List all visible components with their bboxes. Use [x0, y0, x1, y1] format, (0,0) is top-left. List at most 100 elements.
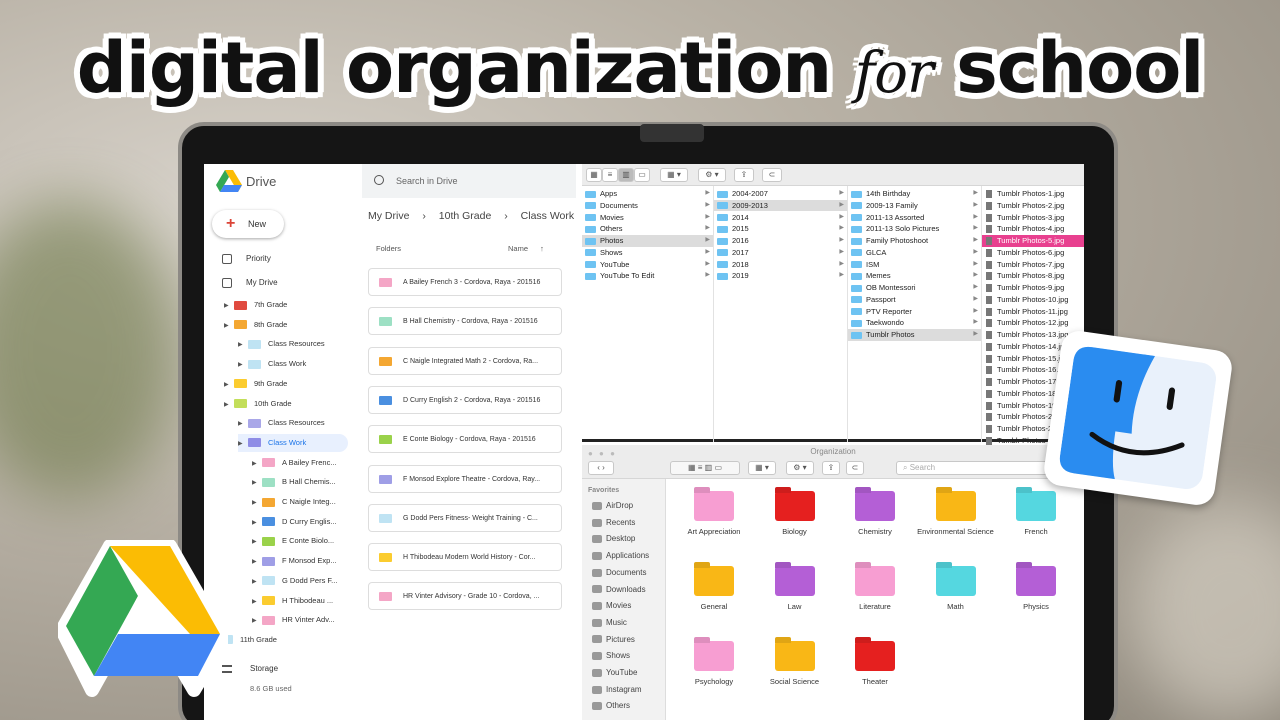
chevron-right-icon[interactable]: ▶ — [224, 317, 234, 335]
chevron-right-icon[interactable]: ▶ — [238, 356, 248, 374]
finder-row[interactable]: 2009-2013 ▶ — [714, 199, 847, 212]
sidebar-item[interactable]: Documents — [592, 568, 646, 577]
finder-row[interactable]: 2015 ▶ — [714, 223, 847, 235]
group-button[interactable]: ▦ ▾ — [748, 461, 776, 475]
sidebar-item[interactable]: Desktop — [592, 534, 635, 543]
sidebar-item[interactable]: Applications — [592, 551, 649, 560]
tree-item[interactable]: ▶ Class Work — [238, 433, 348, 452]
folder-item[interactable]: Psychology — [674, 641, 754, 686]
group-button[interactable]: ▦ ▾ — [660, 168, 688, 182]
finder-row[interactable]: ISM ▶ — [848, 259, 981, 271]
finder-row[interactable]: Apps ▶ — [582, 188, 713, 200]
chevron-right-icon[interactable]: ▶ — [224, 297, 234, 315]
nav-priority[interactable]: Priority — [222, 254, 271, 264]
finder-row[interactable]: Tumblr Photos-9.jpg — [982, 282, 1084, 294]
share-icon[interactable]: ⇪ — [734, 168, 754, 182]
folder-item[interactable]: Biology — [755, 491, 835, 536]
chevron-right-icon[interactable]: ▶ — [252, 573, 262, 591]
tree-item[interactable]: ▶ Class Resources — [238, 335, 348, 353]
gallery-view-button[interactable]: ▭ — [634, 168, 650, 182]
tree-item[interactable]: ▶ D Curry Englis... — [252, 513, 348, 531]
finder-row[interactable]: Family Photoshoot ▶ — [848, 235, 981, 247]
finder-row[interactable]: Tumblr Photos-7.jpg — [982, 259, 1084, 271]
tree-item[interactable]: ▶ 7th Grade — [224, 296, 348, 314]
sidebar-item[interactable]: AirDrop — [592, 501, 633, 510]
folder-card[interactable]: B Hall Chemistry - Cordova, Raya - 20151… — [368, 307, 562, 336]
finder-row[interactable]: Tumblr Photos ▶ — [848, 329, 981, 341]
tree-item[interactable]: ▶ 10th Grade — [224, 395, 348, 413]
sidebar-item[interactable]: Pictures — [592, 635, 635, 644]
folder-card[interactable]: F Monsod Explore Theatre - Cordova, Ray.… — [368, 464, 562, 493]
nav-my-drive[interactable]: My Drive — [222, 278, 278, 288]
gear-icon[interactable]: ⚙ ▾ — [786, 461, 814, 475]
finder-row[interactable]: Movies ▶ — [582, 212, 713, 224]
folder-item[interactable]: Social Science — [755, 641, 835, 686]
finder-row[interactable]: Taekwondo ▶ — [848, 317, 981, 329]
chevron-right-icon[interactable]: ▶ — [238, 415, 248, 433]
drive-search-bar[interactable]: Search in Drive — [362, 164, 576, 198]
chevron-right-icon[interactable]: ▶ — [252, 474, 262, 492]
finder-row[interactable]: Memes ▶ — [848, 270, 981, 282]
sidebar-item[interactable]: Instagram — [592, 685, 642, 694]
finder-row[interactable]: 2009-13 Family ▶ — [848, 200, 981, 212]
chevron-right-icon[interactable]: ▶ — [238, 336, 248, 354]
tree-item[interactable]: ▶ H Thibodeau ... — [252, 592, 348, 610]
finder-row[interactable]: Tumblr Photos-12.jpg — [982, 317, 1084, 329]
back-forward-buttons[interactable]: ‹ › — [588, 461, 614, 475]
finder-row[interactable]: YouTube To Edit ▶ — [582, 270, 713, 282]
tree-item[interactable]: ▶ Class Resources — [238, 414, 348, 432]
view-switcher[interactable]: ▦ ≡ ▥ ▭ — [670, 461, 740, 475]
finder-row[interactable]: Tumblr Photos-6.jpg — [982, 247, 1084, 259]
folder-card[interactable]: G Dodd Pers Fitness- Weight Training - C… — [368, 503, 562, 532]
breadcrumb-10th-grade[interactable]: 10th Grade — [439, 210, 492, 222]
finder-row[interactable]: 2011-13 Assorted ▶ — [848, 212, 981, 224]
finder-row[interactable]: Tumblr Photos-8.jpg — [982, 270, 1084, 282]
finder-row[interactable]: 2016 ▶ — [714, 235, 847, 247]
finder-row[interactable]: 2004-2007 ▶ — [714, 188, 847, 200]
finder-row[interactable]: Others ▶ — [582, 223, 713, 235]
finder-row[interactable]: OB Montessori ▶ — [848, 282, 981, 294]
gear-icon[interactable]: ⚙ ▾ — [698, 168, 726, 182]
chevron-right-icon[interactable]: ▶ — [252, 612, 262, 630]
finder-row[interactable]: PTV Reporter ▶ — [848, 306, 981, 318]
tree-item[interactable]: 11th Grade — [210, 631, 348, 649]
folder-card[interactable]: C Naigle Integrated Math 2 - Cordova, Ra… — [368, 346, 562, 375]
finder-row[interactable]: 2019 ▶ — [714, 270, 847, 282]
sidebar-item[interactable]: YouTube — [592, 668, 637, 677]
finder-row[interactable]: GLCA ▶ — [848, 247, 981, 259]
column-view-button[interactable]: ▥ — [618, 168, 634, 182]
folder-item[interactable]: Physics — [996, 566, 1076, 611]
chevron-right-icon[interactable]: ▶ — [252, 455, 262, 473]
sidebar-item[interactable]: Shows — [592, 651, 630, 660]
chevron-right-icon[interactable]: ▶ — [252, 514, 262, 532]
finder-row[interactable]: 14th Birthday ▶ — [848, 188, 981, 200]
tag-icon[interactable]: ⊂ — [846, 461, 864, 475]
new-button[interactable]: + New — [212, 210, 284, 238]
finder-row[interactable]: Shows ▶ — [582, 247, 713, 259]
chevron-right-icon[interactable]: ▶ — [252, 593, 262, 611]
folder-item[interactable]: Environmental Science — [916, 491, 996, 536]
tree-item[interactable]: ▶ G Dodd Pers F... — [252, 572, 348, 590]
folder-item[interactable]: French — [996, 491, 1076, 536]
sort-by-name[interactable]: Name ↑ — [508, 244, 544, 253]
finder-row[interactable]: 2018 ▶ — [714, 259, 847, 271]
finder-row[interactable]: Tumblr Photos-5.jpg — [982, 235, 1084, 247]
finder-row[interactable]: Documents ▶ — [582, 200, 713, 212]
folder-item[interactable]: Theater — [835, 641, 915, 686]
tree-item[interactable]: ▶ 9th Grade — [224, 375, 348, 393]
chevron-right-icon[interactable]: ▶ — [252, 533, 262, 551]
breadcrumb-class-work[interactable]: Class Work — [521, 210, 574, 222]
finder-row[interactable]: Tumblr Photos-10.jpg — [982, 294, 1084, 306]
folder-card[interactable]: A Bailey French 3 - Cordova, Raya - 2015… — [368, 268, 562, 296]
folder-card[interactable]: H Thibodeau Modern World History - Cor..… — [368, 543, 562, 572]
finder-row[interactable]: Tumblr Photos-2.jpg — [982, 200, 1084, 212]
chevron-right-icon[interactable]: ▶ — [252, 553, 262, 571]
tree-item[interactable]: ▶ E Conte Biolo... — [252, 532, 348, 550]
sidebar-item[interactable]: Others — [592, 701, 630, 710]
tree-item[interactable]: ▶ A Bailey Frenc... — [252, 454, 348, 472]
finder-row[interactable]: 2011-13 Solo Pictures ▶ — [848, 223, 981, 235]
tree-item[interactable]: ▶ C Naigle Integ... — [252, 493, 348, 511]
finder-row[interactable]: Passport ▶ — [848, 294, 981, 306]
storage-section[interactable]: Storage — [222, 664, 278, 673]
chevron-right-icon[interactable]: ▶ — [224, 376, 234, 394]
